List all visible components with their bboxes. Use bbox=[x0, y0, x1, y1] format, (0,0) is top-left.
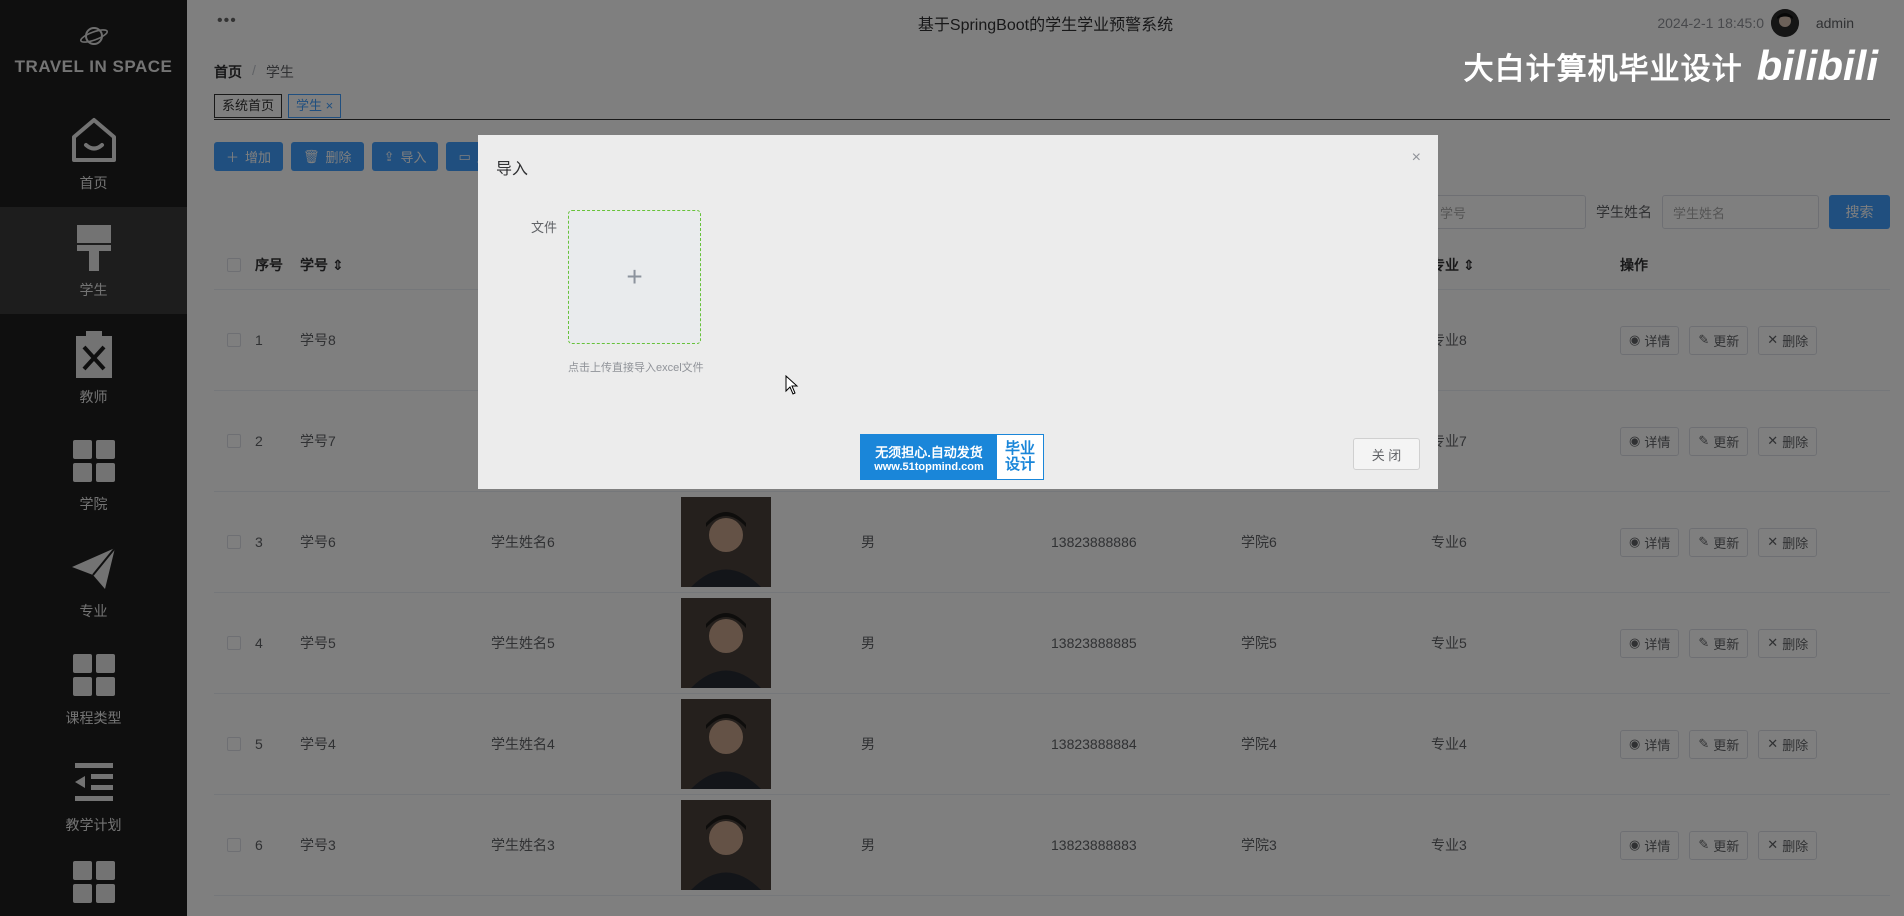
file-upload-area[interactable]: + bbox=[568, 210, 701, 344]
file-label: 文件 bbox=[531, 220, 558, 235]
ad-line1: 无须担心.自动发货 bbox=[875, 444, 983, 460]
bilibili-logo: bilibili bbox=[1756, 42, 1878, 89]
upload-tip: 点击上传直接导入excel文件 bbox=[568, 362, 704, 374]
ad-right-line2: 设计 bbox=[1004, 456, 1035, 473]
dialog-title: 导入 bbox=[496, 161, 529, 178]
mouse-cursor-icon bbox=[785, 375, 799, 395]
ad-line2: www.51topmind.com bbox=[874, 460, 984, 473]
ad-right-line1: 毕业 bbox=[1004, 439, 1035, 457]
watermark-text: 大白计算机毕业设计 bbox=[1463, 53, 1743, 86]
ad-left: 无须担心.自动发货 www.51topmind.com bbox=[861, 435, 997, 479]
close-icon[interactable]: × bbox=[1412, 149, 1421, 167]
ad-banner: 无须担心.自动发货 www.51topmind.com 毕业 设计 bbox=[860, 434, 1044, 480]
close-button[interactable]: 关 闭 bbox=[1353, 438, 1420, 470]
watermark: 大白计算机毕业设计 bilibili bbox=[1464, 42, 1878, 90]
plus-icon: + bbox=[626, 261, 643, 292]
ad-right: 毕业 设计 bbox=[997, 435, 1043, 479]
import-dialog: 导入 × 文件 + 点击上传直接导入excel文件 无须担心.自动发货 www.… bbox=[478, 135, 1438, 489]
